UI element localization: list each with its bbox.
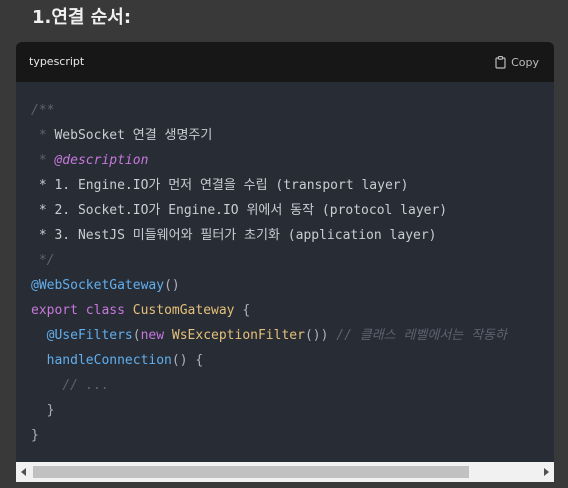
code-token: { <box>234 303 251 318</box>
code-line: export class CustomGateway { <box>31 298 507 323</box>
section-heading: 1.연결 순서: <box>32 7 132 28</box>
code-token: @UseFilters <box>46 328 133 343</box>
code-token: new <box>140 328 165 343</box>
code-token: } <box>31 403 55 418</box>
code-line: @WebSocketGateway() <box>31 273 507 298</box>
scroll-right-arrow-icon[interactable] <box>538 462 554 482</box>
code-token: } <box>31 428 39 443</box>
code-token: // ... <box>62 378 110 393</box>
code-lines: /** * WebSocket 연결 생명주기 * @description *… <box>31 98 507 448</box>
code-line: handleConnection() { <box>31 348 507 373</box>
code-token: // 클래스 레벨에서는 작동하 <box>336 328 507 343</box>
code-token: WebSocket 연결 생명주기 <box>54 128 213 143</box>
code-token: * <box>31 203 55 218</box>
code-token: @WebSocketGateway <box>31 278 165 293</box>
code-line: } <box>31 423 507 448</box>
code-line: /** <box>31 98 507 123</box>
code-token: * <box>31 128 55 143</box>
code-line: } <box>31 398 507 423</box>
code-language-label: typescript <box>29 55 85 68</box>
code-token: * <box>31 153 55 168</box>
code-block-header: typescript Copy <box>16 42 554 82</box>
code-line: * WebSocket 연결 생명주기 <box>31 123 507 148</box>
code-line: * @description <box>31 148 507 173</box>
clipboard-icon <box>495 55 506 69</box>
code-area[interactable]: /** * WebSocket 연결 생명주기 * @description *… <box>16 82 554 462</box>
code-token: () { <box>171 353 204 368</box>
code-token: export <box>31 303 78 318</box>
code-token: handleConnection <box>46 353 172 368</box>
code-token: 1. Engine.IO가 먼저 연결을 수립 (transport layer… <box>54 178 409 193</box>
code-token: */ <box>31 253 55 268</box>
code-token: ( <box>132 328 141 343</box>
horizontal-scrollbar[interactable] <box>16 462 554 482</box>
code-token: WsExceptionFilter <box>171 328 305 343</box>
copy-button-label: Copy <box>511 55 539 69</box>
code-line: * 1. Engine.IO가 먼저 연결을 수립 (transport lay… <box>31 173 507 198</box>
code-line: * 3. NestJS 미들웨어와 필터가 초기화 (application l… <box>31 223 507 248</box>
code-line: * 2. Socket.IO가 Engine.IO 위에서 동작 (protoc… <box>31 198 507 223</box>
code-token: 3. NestJS 미들웨어와 필터가 초기화 (application lay… <box>54 228 437 243</box>
code-token: () <box>164 278 180 293</box>
copy-button[interactable]: Copy <box>495 53 539 71</box>
code-token: ()) <box>304 328 337 343</box>
code-line: @UseFilters(new WsExceptionFilter()) // … <box>31 323 507 348</box>
scroll-left-arrow-icon[interactable] <box>16 462 32 482</box>
code-token: * <box>31 228 55 243</box>
code-block: typescript Copy /** * WebSocket 연결 생명주기 … <box>16 42 554 482</box>
code-token: @description <box>54 153 149 168</box>
code-token: CustomGateway <box>132 303 235 318</box>
code-line: // ... <box>31 373 507 398</box>
code-token: class <box>85 303 125 318</box>
code-token: * <box>31 178 55 193</box>
code-line: */ <box>31 248 507 273</box>
code-token: /** <box>31 103 55 118</box>
code-token: 2. Socket.IO가 Engine.IO 위에서 동작 (protocol… <box>54 203 448 218</box>
scrollbar-thumb[interactable] <box>33 466 469 478</box>
